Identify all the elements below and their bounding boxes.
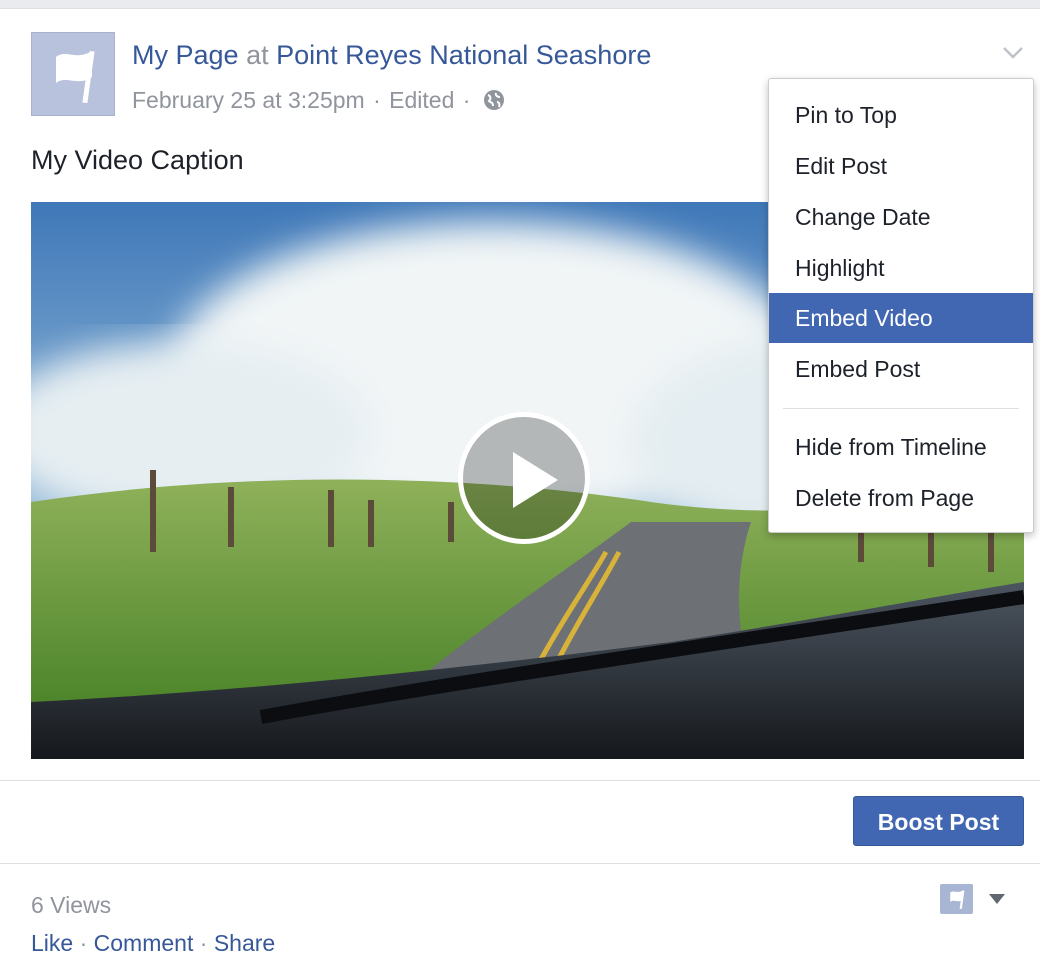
- menu-divider: [783, 408, 1019, 409]
- menu-item-pin-to-top[interactable]: Pin to Top: [769, 90, 1033, 140]
- action-separator: ·: [79, 930, 88, 956]
- flag-icon: [950, 890, 965, 909]
- post-timestamp[interactable]: February 25 at 3:25pm: [132, 87, 365, 113]
- comment-link[interactable]: Comment: [94, 930, 194, 956]
- post-card: My Page at Point Reyes National Seashore…: [0, 8, 1040, 973]
- share-link[interactable]: Share: [214, 930, 275, 956]
- post-options-menu: Pin to Top Edit Post Change Date Highlig…: [768, 78, 1034, 533]
- menu-item-embed-video[interactable]: Embed Video: [769, 293, 1033, 343]
- menu-item-change-date[interactable]: Change Date: [769, 192, 1033, 242]
- post-meta: February 25 at 3:25pm · Edited ·: [132, 85, 505, 115]
- menu-item-edit-post[interactable]: Edit Post: [769, 141, 1033, 191]
- page-name-link[interactable]: My Page: [132, 40, 239, 70]
- divider: [0, 863, 1040, 864]
- flag-icon: [56, 50, 95, 103]
- menu-item-highlight[interactable]: Highlight: [769, 243, 1033, 293]
- view-count: 6 Views: [31, 892, 112, 918]
- like-link[interactable]: Like: [31, 930, 73, 956]
- menu-item-embed-post[interactable]: Embed Post: [769, 344, 1033, 394]
- post-caption: My Video Caption: [31, 145, 244, 175]
- caret-down-icon: [989, 894, 1005, 904]
- play-icon[interactable]: [458, 412, 590, 544]
- menu-item-hide-from-timeline[interactable]: Hide from Timeline: [769, 422, 1033, 472]
- edited-link[interactable]: Edited: [389, 87, 454, 113]
- at-text: at: [246, 40, 269, 70]
- meta-separator: ·: [373, 87, 381, 113]
- menu-item-delete-from-page[interactable]: Delete from Page: [769, 473, 1033, 523]
- post-actions: Like · Comment · Share: [31, 928, 275, 958]
- boost-post-button[interactable]: Boost Post: [853, 796, 1024, 846]
- post-title: My Page at Point Reyes National Seashore: [132, 38, 651, 72]
- divider: [0, 780, 1040, 781]
- action-separator: ·: [199, 930, 208, 956]
- globe-icon[interactable]: [483, 89, 505, 111]
- page-avatar-small: [940, 884, 973, 914]
- meta-separator: ·: [462, 87, 471, 113]
- location-link[interactable]: Point Reyes National Seashore: [276, 40, 651, 70]
- page-avatar[interactable]: [31, 32, 115, 116]
- chevron-down-icon[interactable]: [1002, 46, 1024, 60]
